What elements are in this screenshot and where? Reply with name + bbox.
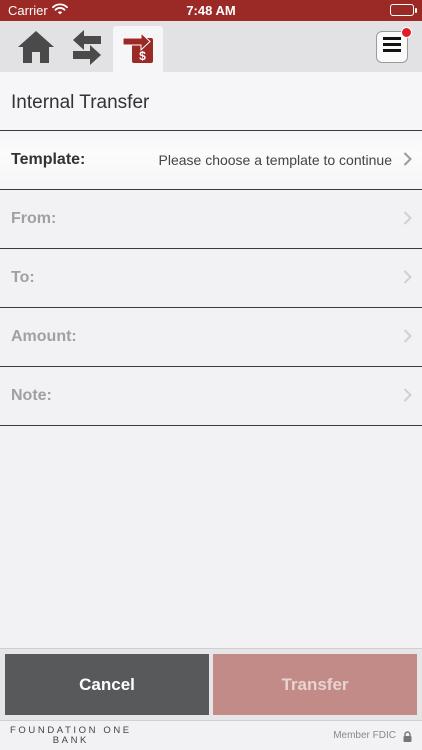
menu-button[interactable] <box>376 27 412 63</box>
logo-line2: BANK <box>52 735 89 746</box>
from-label: From: <box>11 210 57 227</box>
swap-arrows-icon <box>70 29 104 70</box>
template-label: Template: <box>11 151 86 168</box>
status-time: 7:48 AM <box>186 3 236 18</box>
amount-label: Amount: <box>11 328 77 345</box>
home-icon <box>16 29 56 70</box>
note-row[interactable]: Note: <box>0 367 422 426</box>
footer: FOUNDATION ONE BANK Member FDIC <box>0 720 422 750</box>
svg-text:$: $ <box>139 49 146 63</box>
lock-icon <box>403 729 412 747</box>
to-label: To: <box>11 269 35 286</box>
amount-row[interactable]: Amount: <box>0 308 422 367</box>
transfer-button[interactable]: Transfer <box>213 654 417 715</box>
chevron-right-icon <box>403 387 412 408</box>
chevron-right-icon <box>403 328 412 349</box>
hamburger-menu-icon <box>383 37 401 57</box>
transfer-dollar-icon: $ <box>121 29 155 70</box>
chevron-right-icon <box>403 210 412 231</box>
chevron-right-icon <box>403 151 412 172</box>
internal-transfer-button[interactable]: $ <box>113 26 163 72</box>
page-title: Internal Transfer <box>0 72 422 131</box>
status-bar: Carrier 7:48 AM <box>0 0 422 21</box>
home-button[interactable] <box>11 26 61 72</box>
top-nav: $ <box>0 21 422 72</box>
action-bar: Cancel Transfer <box>0 648 422 720</box>
template-value: Please choose a template to continue <box>158 152 393 168</box>
notification-dot <box>401 27 412 38</box>
to-row[interactable]: To: <box>0 249 422 308</box>
battery-icon <box>390 4 414 16</box>
member-fdic-label: Member FDIC <box>333 730 396 741</box>
cancel-button[interactable]: Cancel <box>5 654 209 715</box>
chevron-right-icon <box>403 269 412 290</box>
note-label: Note: <box>11 387 52 404</box>
from-row[interactable]: From: <box>0 190 422 249</box>
template-row[interactable]: Template: Please choose a template to co… <box>0 131 422 190</box>
transfers-button[interactable] <box>62 26 112 72</box>
bank-logo: FOUNDATION ONE BANK <box>10 726 132 746</box>
